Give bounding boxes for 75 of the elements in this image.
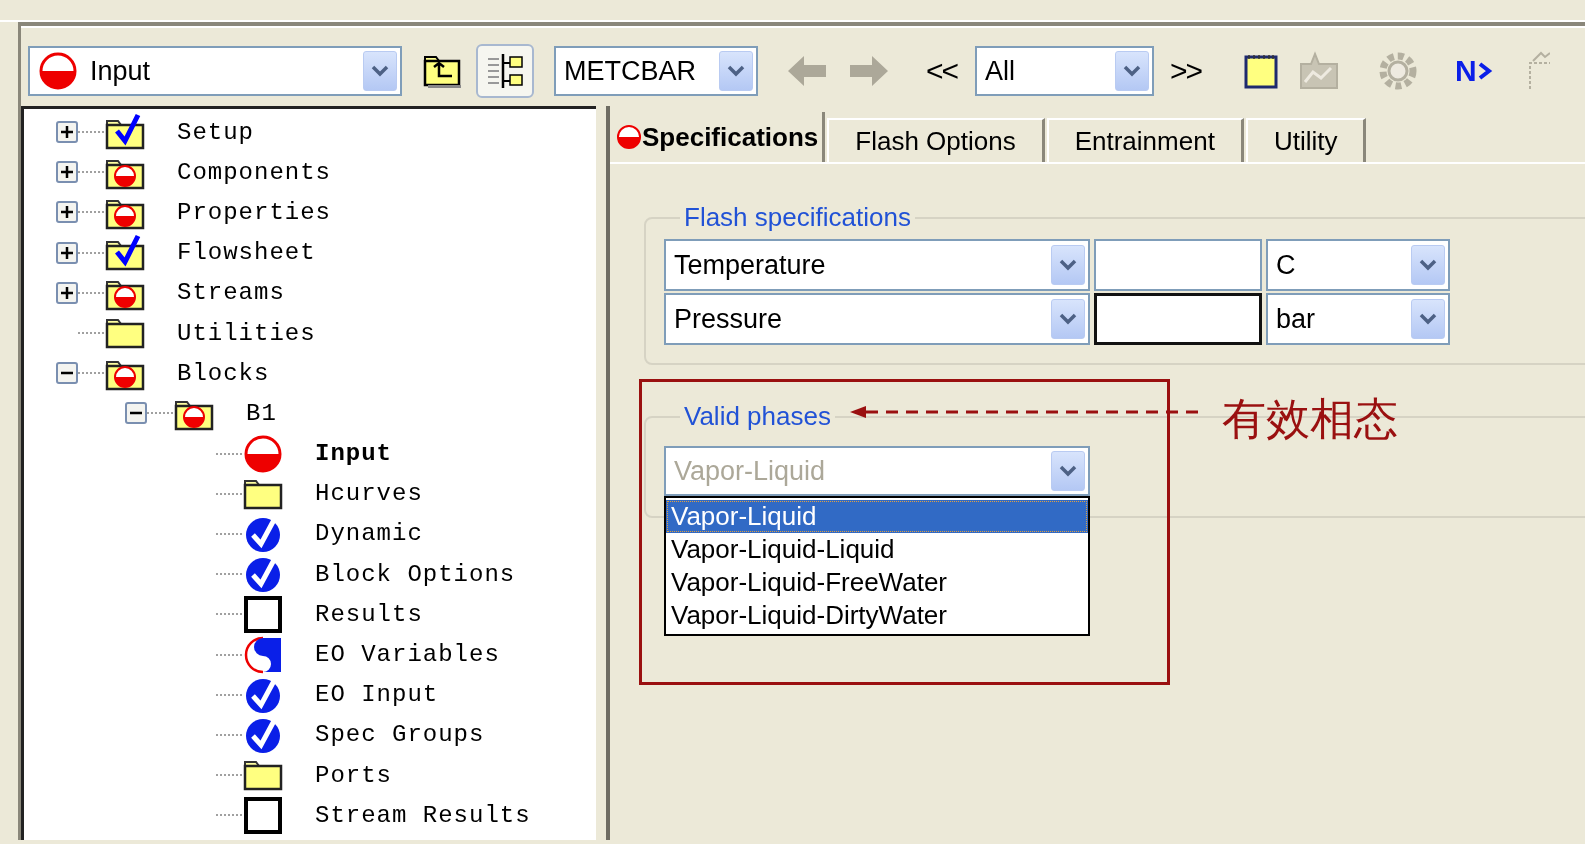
tree-view-icon [485, 51, 525, 91]
tree-item[interactable]: Properties [177, 198, 332, 226]
collapse-button[interactable] [125, 402, 147, 425]
dropdown-button[interactable] [1115, 51, 1150, 91]
previous-button[interactable]: << [926, 54, 958, 88]
expand-button[interactable] [56, 161, 78, 184]
tab[interactable]: Utility [1245, 118, 1367, 162]
half-circle-icon [38, 51, 78, 91]
tree-item[interactable]: Components [177, 158, 332, 186]
variable-combo[interactable]: Pressure [664, 293, 1090, 345]
tree-item[interactable]: Stream Results [315, 801, 531, 829]
expand-button[interactable] [56, 201, 78, 224]
folder-icon [104, 316, 146, 351]
chevron-down-icon [1058, 464, 1078, 478]
tree-item[interactable]: Setup [177, 118, 254, 146]
half-circle-icon [242, 433, 284, 474]
chevron-down-icon [370, 64, 390, 78]
half-circle-icon [616, 124, 642, 150]
next-button[interactable]: >> [1170, 54, 1202, 88]
dropdown-option[interactable]: Vapor-Liquid-FreeWater [666, 566, 1088, 599]
chevron-down-icon [726, 64, 746, 78]
tab[interactable]: Specifications [616, 112, 826, 162]
dropdown-button[interactable] [1411, 245, 1445, 285]
unit-combo[interactable]: bar [1266, 293, 1450, 345]
dropdown-button[interactable] [1411, 299, 1445, 339]
folder-icon [242, 758, 284, 793]
dropdown-option[interactable]: Vapor-Liquid-DirtyWater [666, 599, 1088, 632]
tree-view-button[interactable] [476, 44, 534, 98]
dropdown-button[interactable] [719, 51, 753, 91]
filter-combo[interactable]: All [975, 46, 1155, 96]
tree-item[interactable]: Utilities [177, 319, 316, 347]
units-combo[interactable]: METCBAR [554, 46, 758, 96]
tree-item[interactable]: Streams [177, 279, 285, 307]
tree-item[interactable]: Dynamic [315, 520, 423, 548]
tree-item[interactable]: Spec Groups [315, 721, 485, 749]
form-combo[interactable]: Input [28, 46, 402, 96]
group-title: Flash specifications [683, 202, 912, 233]
tab[interactable]: Entrainment [1046, 118, 1244, 162]
chevron-down-icon [1058, 258, 1078, 272]
next-input-button[interactable]: N [1455, 54, 1493, 88]
dropdown-option[interactable]: Vapor-Liquid-Liquid [666, 533, 1088, 566]
dropdown-button[interactable] [1051, 299, 1085, 339]
chevron-down-icon [1058, 312, 1078, 326]
group-title: Valid phases [683, 401, 832, 432]
tree-item[interactable]: EO Variables [315, 641, 500, 669]
value-field[interactable] [1094, 293, 1262, 345]
folder-check-icon [104, 113, 146, 152]
dropdown-button[interactable] [1051, 245, 1085, 285]
chevron-down-icon [1122, 64, 1143, 78]
folder-check-icon [104, 233, 146, 272]
annotation-label: 有效相态 [1222, 392, 1398, 446]
value-field[interactable] [1094, 239, 1262, 291]
dropdown-option[interactable]: Vapor-Liquid [666, 500, 1088, 533]
tree-item[interactable]: B1 [246, 399, 277, 427]
dropdown-button[interactable] [363, 51, 397, 91]
chevron-down-icon [1418, 258, 1438, 272]
expand-button[interactable] [56, 281, 78, 304]
chevron-down-icon [1418, 312, 1438, 326]
tree-item[interactable]: Flowsheet [177, 239, 316, 267]
tab[interactable]: Flash Options [827, 118, 1045, 162]
tree-item[interactable]: Hcurves [315, 480, 423, 508]
empty-square-icon [242, 795, 284, 836]
tree-item[interactable]: Block Options [315, 560, 516, 588]
tree-item[interactable]: Ports [315, 761, 392, 789]
collapse-button[interactable] [56, 362, 78, 385]
expand-button[interactable] [56, 121, 78, 144]
half-circle-square-icon [242, 634, 284, 675]
note-pad-icon[interactable] [1243, 52, 1280, 90]
unit-combo[interactable]: C [1266, 239, 1450, 291]
tree-item[interactable]: Blocks [177, 359, 270, 387]
expand-button[interactable] [56, 241, 78, 264]
tree-item[interactable]: Results [315, 600, 423, 628]
variable-combo[interactable]: Temperature [664, 239, 1090, 291]
tree-item[interactable]: Input [315, 440, 392, 468]
tree-item[interactable]: EO Input [315, 681, 439, 709]
